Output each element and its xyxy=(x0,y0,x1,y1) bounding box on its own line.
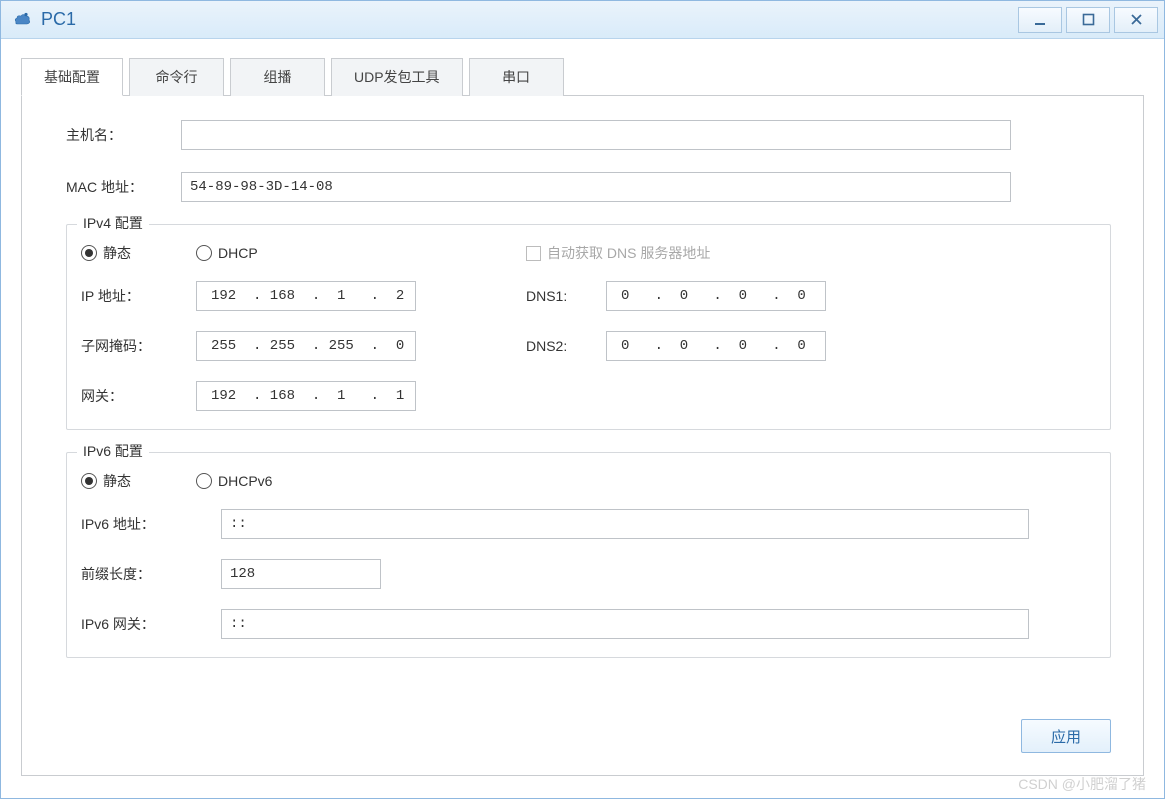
tab-serial[interactable]: 串口 xyxy=(469,58,564,96)
radio-selected-icon xyxy=(81,245,97,261)
ipv6-gw-input[interactable] xyxy=(221,609,1029,639)
ipv6-group: IPv6 配置 静态 DHCPv6 IPv6 地址： 前 xyxy=(66,452,1111,658)
prefix-input[interactable] xyxy=(221,559,381,589)
dns2-input[interactable] xyxy=(606,331,826,361)
maximize-button[interactable] xyxy=(1066,7,1110,33)
gateway-input[interactable] xyxy=(196,381,416,411)
apply-button[interactable]: 应用 xyxy=(1021,719,1111,753)
prefix-label: 前缀长度： xyxy=(81,564,221,584)
minimize-button[interactable] xyxy=(1018,7,1062,33)
mac-row: MAC 地址： xyxy=(66,172,1111,202)
tab-udptool[interactable]: UDP发包工具 xyxy=(331,58,463,96)
ipv4-grid: IP 地址： 子网掩码： 网关： xyxy=(81,281,1096,411)
mask-label: 子网掩码： xyxy=(81,336,196,356)
auto-dns-checkbox[interactable]: 自动获取 DNS 服务器地址 xyxy=(526,243,710,263)
mac-label: MAC 地址： xyxy=(66,177,181,197)
tab-cmdline[interactable]: 命令行 xyxy=(129,58,224,96)
ip-input[interactable] xyxy=(196,281,416,311)
mac-input[interactable] xyxy=(181,172,1011,202)
ipv6-addr-input[interactable] xyxy=(221,509,1029,539)
ipv6-radio-static[interactable]: 静态 xyxy=(81,471,196,491)
ipv4-mode-row: 静态 DHCP 自动获取 DNS 服务器地址 xyxy=(81,243,1096,263)
ipv6-dhcpv6-label: DHCPv6 xyxy=(218,473,272,489)
app-window: PC1 基础配置 命令行 组播 UDP发包工具 串口 主机名： xyxy=(0,0,1165,799)
radio-selected-icon xyxy=(81,473,97,489)
dns1-label: DNS1: xyxy=(526,288,606,304)
ipv6-mode-row: 静态 DHCPv6 xyxy=(81,471,1096,491)
titlebar: PC1 xyxy=(1,1,1164,39)
ipv6-gw-label: IPv6 网关： xyxy=(81,614,221,634)
ipv4-right-col: DNS1: DNS2: xyxy=(526,281,826,411)
ipv4-legend: IPv4 配置 xyxy=(77,213,149,233)
tab-multicast[interactable]: 组播 xyxy=(230,58,325,96)
hostname-input[interactable] xyxy=(181,120,1011,150)
content-area: 基础配置 命令行 组播 UDP发包工具 串口 主机名： MAC 地址： IPv4… xyxy=(1,39,1164,798)
ip-label: IP 地址： xyxy=(81,286,196,306)
ipv4-radio-static[interactable]: 静态 xyxy=(81,243,196,263)
radio-unselected-icon xyxy=(196,245,212,261)
ipv4-left-col: IP 地址： 子网掩码： 网关： xyxy=(81,281,416,411)
ipv6-radio-dhcpv6[interactable]: DHCPv6 xyxy=(196,473,272,489)
basic-panel: 主机名： MAC 地址： IPv4 配置 静态 DHCP xyxy=(21,96,1144,776)
checkbox-icon xyxy=(526,246,541,261)
app-icon xyxy=(11,9,33,31)
ipv4-dhcp-label: DHCP xyxy=(218,245,258,261)
dns1-input[interactable] xyxy=(606,281,826,311)
tab-basic[interactable]: 基础配置 xyxy=(21,58,123,96)
ipv4-radio-dhcp[interactable]: DHCP xyxy=(196,245,526,261)
hostname-label: 主机名： xyxy=(66,125,181,145)
hostname-row: 主机名： xyxy=(66,120,1111,150)
ipv6-legend: IPv6 配置 xyxy=(77,441,149,461)
auto-dns-label: 自动获取 DNS 服务器地址 xyxy=(547,243,710,263)
window-title: PC1 xyxy=(41,9,1014,30)
watermark: CSDN @小肥溜了猪 xyxy=(1018,774,1146,794)
radio-unselected-icon xyxy=(196,473,212,489)
window-controls xyxy=(1014,7,1158,33)
gateway-label: 网关： xyxy=(81,386,196,406)
mask-input[interactable] xyxy=(196,331,416,361)
ipv6-addr-label: IPv6 地址： xyxy=(81,514,221,534)
ipv6-static-label: 静态 xyxy=(103,471,131,491)
dns2-label: DNS2: xyxy=(526,338,606,354)
tab-bar: 基础配置 命令行 组播 UDP发包工具 串口 xyxy=(21,57,1144,96)
ipv4-static-label: 静态 xyxy=(103,243,131,263)
close-button[interactable] xyxy=(1114,7,1158,33)
ipv4-group: IPv4 配置 静态 DHCP 自动获取 DNS 服务器地址 xyxy=(66,224,1111,430)
